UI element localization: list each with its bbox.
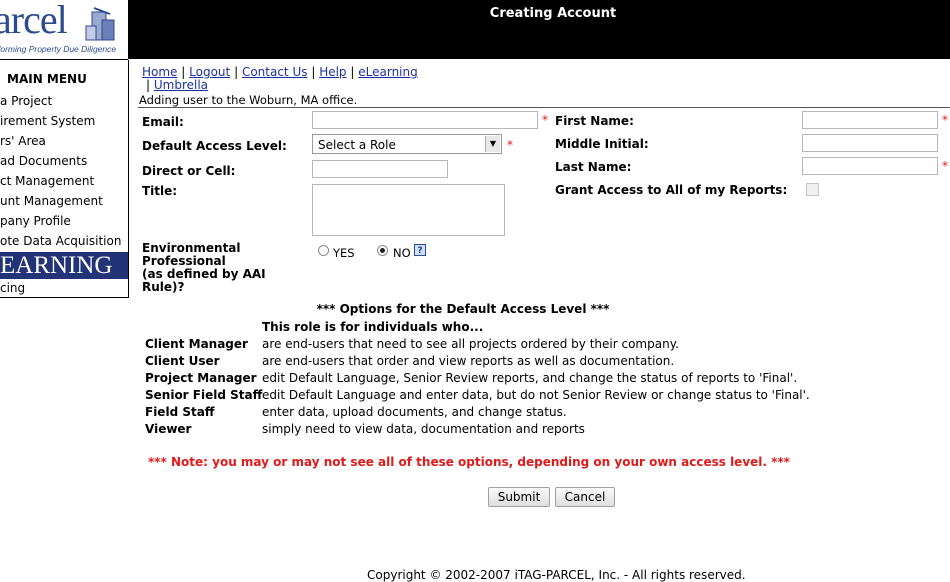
email-label: Email:: [142, 115, 184, 129]
building-logo-icon: [85, 7, 115, 41]
nav-separator: |: [311, 65, 316, 79]
sidebar-item-remote-data[interactable]: ote Data Acquisition: [0, 234, 121, 248]
nav-logout-link[interactable]: Logout: [189, 65, 230, 79]
title-textarea[interactable]: [312, 184, 505, 236]
role-name: Viewer: [145, 422, 192, 436]
nav-links: Home | Logout | Contact Us | Help | eLea…: [142, 65, 418, 79]
submit-button[interactable]: Submit: [488, 487, 550, 507]
nav-help-link[interactable]: Help: [319, 65, 346, 79]
access-level-value: Select a Role: [318, 138, 396, 152]
grant-access-label: Grant Access to All of my Reports:: [555, 183, 788, 197]
nav-home-link[interactable]: Home: [142, 65, 177, 79]
sidebar-item-pricing[interactable]: cing: [0, 281, 25, 295]
sidebar-item-requirement-system[interactable]: irement System: [0, 114, 95, 128]
env-yes-radio[interactable]: [318, 245, 329, 256]
last-name-label: Last Name:: [555, 160, 632, 174]
email-field[interactable]: [312, 111, 538, 129]
phone-label: Direct or Cell:: [142, 164, 236, 178]
chevron-down-icon: ▼: [485, 136, 500, 152]
env-no-radio[interactable]: [377, 245, 388, 256]
nav-separator: |: [350, 65, 355, 79]
nav-separator: |: [146, 78, 151, 92]
logo-wordmark: arcel: [0, 0, 68, 42]
role-description: are end-users that order and view report…: [262, 354, 675, 368]
sidebar-item-documents[interactable]: ad Documents: [0, 154, 87, 168]
role-description: are end-users that need to see all proje…: [262, 337, 679, 351]
nav-separator: |: [181, 65, 186, 79]
nav-umbrella-link[interactable]: Umbrella: [154, 78, 208, 92]
role-name: Project Manager: [145, 371, 257, 385]
sidebar-item-project[interactable]: a Project: [0, 94, 52, 108]
options-title: *** Options for the Default Access Level…: [316, 302, 610, 316]
help-icon[interactable]: ?: [414, 244, 426, 256]
env-label-line: Rule)?: [142, 280, 185, 294]
required-mark: *: [942, 113, 948, 127]
logo: arcel forming Property Due Diligence: [0, 0, 128, 60]
cancel-button[interactable]: Cancel: [555, 487, 615, 507]
access-level-label: Default Access Level:: [142, 139, 287, 153]
role-name: Senior Field Staff: [145, 388, 263, 402]
nav-contact-link[interactable]: Contact Us: [242, 65, 308, 79]
required-mark: *: [942, 159, 948, 173]
role-name: Client User: [145, 354, 220, 368]
role-description: simply need to view data, documentation …: [262, 422, 585, 436]
title-label: Title:: [142, 184, 178, 198]
first-name-label: First Name:: [555, 114, 634, 128]
grant-access-checkbox[interactable]: [806, 183, 819, 196]
sidebar-item-account-management[interactable]: unt Management: [0, 194, 103, 208]
middle-initial-label: Middle Initial:: [555, 137, 649, 151]
nav-separator: |: [234, 65, 239, 79]
logo-tagline: forming Property Due Diligence: [0, 44, 117, 54]
sidebar-item-company-profile[interactable]: pany Profile: [0, 214, 71, 228]
access-level-note: *** Note: you may or may not see all of …: [148, 455, 790, 469]
role-name: Field Staff: [145, 405, 215, 419]
role-description: edit Default Language, Senior Review rep…: [262, 371, 798, 385]
last-name-field[interactable]: [802, 157, 938, 175]
required-mark: *: [507, 138, 513, 152]
middle-initial-field[interactable]: [802, 134, 938, 152]
sidebar-item-project-management[interactable]: ct Management: [0, 174, 94, 188]
phone-field[interactable]: [312, 160, 448, 178]
required-mark: *: [542, 113, 548, 127]
elearning-banner[interactable]: EARNING: [0, 252, 128, 279]
role-description: edit Default Language and enter data, bu…: [262, 388, 810, 402]
nav-links-row2: | Umbrella: [146, 78, 208, 92]
first-name-field[interactable]: [802, 111, 938, 129]
nav-elearning-link[interactable]: eLearning: [358, 65, 417, 79]
office-note: Adding user to the Woburn, MA office.: [139, 93, 358, 107]
options-subtitle: This role is for individuals who...: [262, 320, 484, 334]
divider: [138, 107, 950, 108]
access-level-select[interactable]: Select a Role ▼: [312, 134, 502, 154]
environmental-professional-label: Environmental Professional (as defined b…: [142, 242, 266, 294]
env-no-label: NO: [393, 246, 411, 260]
env-yes-label: YES: [333, 246, 355, 260]
sidebar-item-users-area[interactable]: rs' Area: [0, 134, 46, 148]
main-menu-title: MAIN MENU: [7, 72, 87, 86]
role-description: enter data, upload documents, and change…: [262, 405, 567, 419]
page-title: Creating Account: [489, 6, 617, 21]
role-name: Client Manager: [145, 337, 248, 351]
